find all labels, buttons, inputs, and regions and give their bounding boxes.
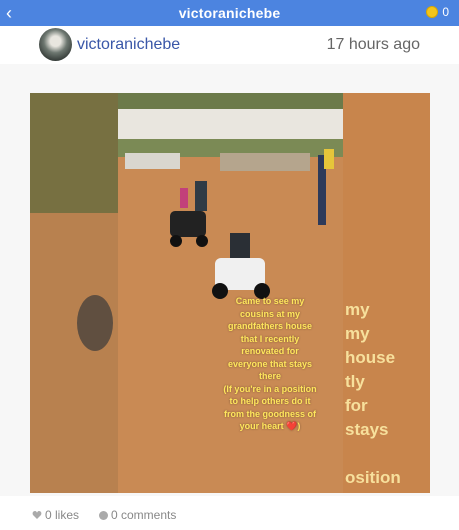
caption-line: cousins at my [239, 308, 301, 319]
coin-icon [426, 6, 439, 18]
comments-stat[interactable]: 0 comments [99, 508, 176, 522]
photo-caption: Came to see my cousins at my grandfather… [200, 295, 340, 433]
likes-stat[interactable]: 0 likes [32, 508, 79, 522]
blurred-caption-line: osition [345, 468, 401, 487]
blurred-caption: my my house tly for stays osition [345, 298, 405, 490]
caption-line: (If you're in a position [223, 383, 317, 394]
blurred-caption-line: stays [345, 420, 389, 439]
username[interactable]: victoranichebe [77, 36, 180, 54]
blurred-caption-line: house [345, 348, 396, 367]
top-bar: ‹ victoranichebe 0 [0, 0, 459, 26]
blurred-caption-line [345, 442, 405, 466]
caption-line: grandfathers house [227, 321, 312, 331]
caption-line: that I recently [240, 333, 300, 344]
likes-count: 0 likes [45, 508, 80, 522]
back-chevron-icon[interactable]: ‹ [6, 2, 12, 24]
page-title: victoranichebe [178, 5, 281, 21]
comments-count: 0 comments [111, 508, 177, 522]
coin-counter[interactable]: 0 [426, 5, 449, 19]
blurred-caption-line: tly [345, 372, 365, 391]
comment-icon [99, 510, 108, 520]
avatar[interactable] [39, 28, 72, 61]
caption-line: everyone that stays [227, 358, 313, 369]
blurred-caption-line: my [345, 300, 370, 319]
caption-line: there [258, 371, 281, 381]
caption-line: Came to see my [235, 296, 305, 306]
coin-count: 0 [442, 5, 449, 19]
caption-line: renovated for [241, 346, 299, 356]
post-header: victoranichebe 17 hours ago [0, 26, 459, 64]
heart-icon [32, 511, 42, 519]
blurred-caption-line: for [345, 396, 368, 415]
post-time: 17 hours ago [326, 36, 420, 53]
blurred-caption-line: my [345, 324, 370, 343]
caption-line: from the goodness of [224, 408, 316, 419]
caption-line: to help others do it [229, 396, 311, 406]
caption-line: your heart ❤️) [239, 421, 301, 431]
